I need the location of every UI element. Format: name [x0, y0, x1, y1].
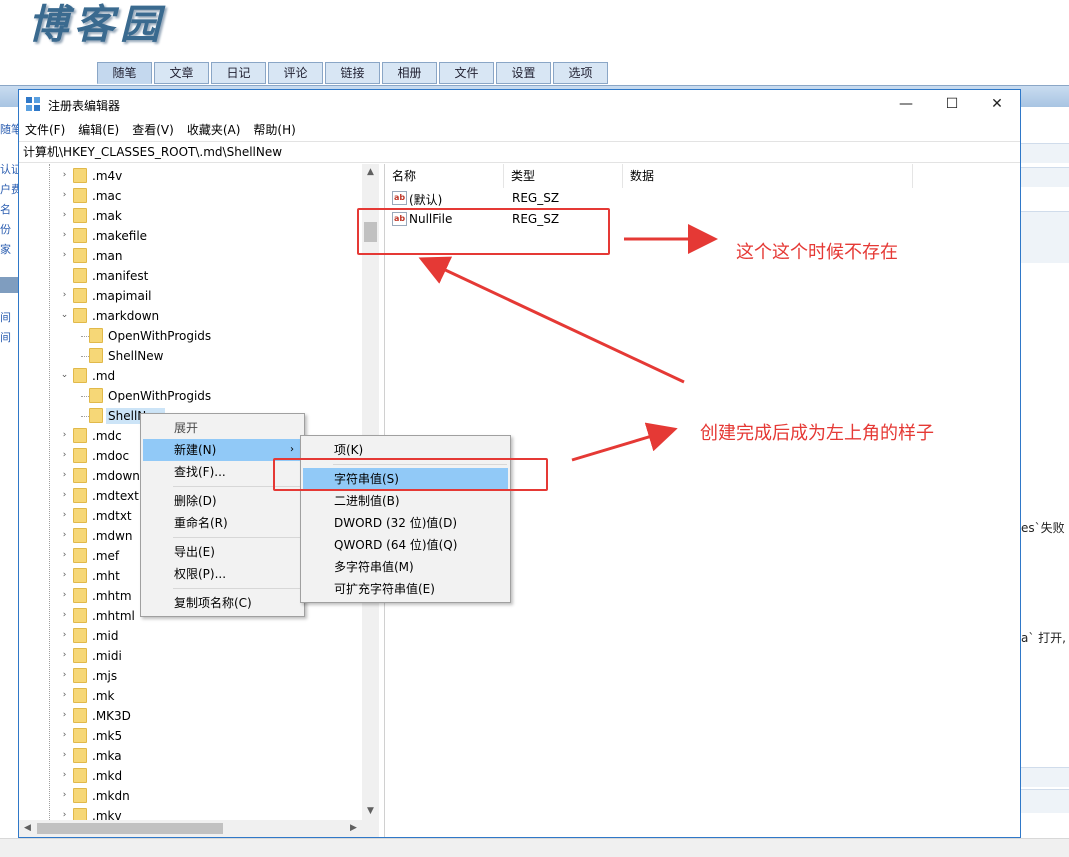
annotation-arrow [571, 422, 678, 462]
annotation-note: 这个这个时候不存在 [736, 242, 898, 263]
annotation-note: 创建完成后成为左上角的样子 [700, 423, 934, 444]
annotation-arrow [418, 256, 685, 384]
